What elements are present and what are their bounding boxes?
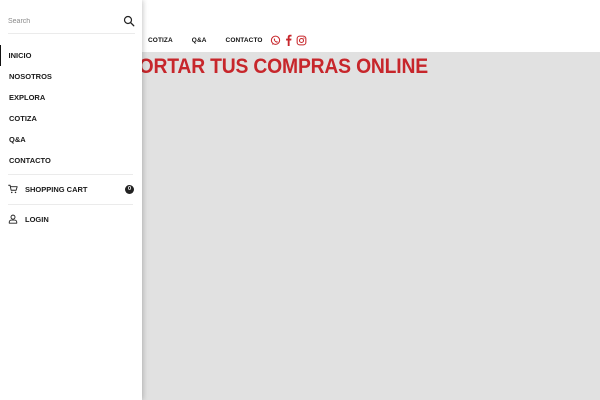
nav-link-cotiza[interactable]: COTIZA: [148, 37, 173, 44]
cart-divider: [8, 204, 133, 205]
menu-divider: [8, 174, 133, 175]
login-label: LOGIN: [25, 214, 49, 224]
whatsapp-icon[interactable]: [270, 35, 281, 46]
cart-icon: [8, 184, 18, 194]
top-navigation: COTIZA Q&A CONTACTO: [148, 33, 307, 47]
menu-item-explora[interactable]: EXPLORA: [0, 87, 142, 108]
menu-item-nosotros[interactable]: NOSOTROS: [0, 66, 142, 87]
facebook-icon[interactable]: [285, 34, 292, 46]
social-links: [270, 34, 307, 46]
search-input[interactable]: [8, 14, 116, 28]
drawer-menu-list: INICIO NOSOTROS EXPLORA COTIZA Q&A CONTA…: [0, 45, 142, 171]
nav-link-contacto[interactable]: CONTACTO: [226, 37, 263, 44]
login-link[interactable]: LOGIN: [8, 212, 134, 226]
shopping-cart-link[interactable]: SHOPPING CART 0: [8, 182, 134, 196]
menu-item-contacto[interactable]: CONTACTO: [0, 150, 142, 171]
user-icon: [8, 214, 18, 224]
shopping-cart-label: SHOPPING CART: [25, 184, 88, 194]
instagram-icon[interactable]: [296, 35, 307, 46]
nav-link-qa[interactable]: Q&A: [192, 37, 207, 44]
search-bar: [8, 9, 135, 34]
menu-item-inicio[interactable]: INICIO: [0, 45, 142, 66]
search-icon[interactable]: [123, 14, 135, 27]
side-drawer-menu: INICIO NOSOTROS EXPLORA COTIZA Q&A CONTA…: [0, 0, 142, 400]
menu-item-qa[interactable]: Q&A: [0, 129, 142, 150]
menu-item-cotiza[interactable]: COTIZA: [0, 108, 142, 129]
cart-count-badge: 0: [125, 184, 134, 194]
